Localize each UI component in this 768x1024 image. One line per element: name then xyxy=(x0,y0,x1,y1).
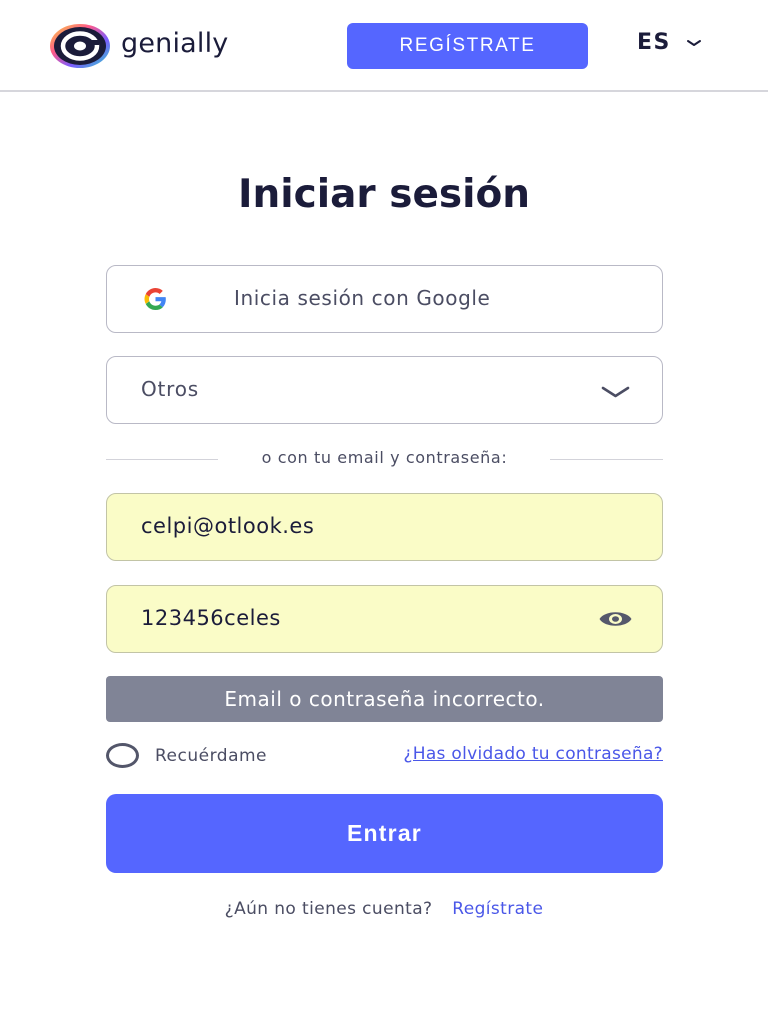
google-login-button[interactable]: Inicia sesión con Google xyxy=(106,265,663,333)
remember-me-label: Recuérdame xyxy=(155,745,268,766)
google-icon xyxy=(144,288,166,310)
divider-text: o con tu email y contraseña: xyxy=(261,448,508,467)
divider-line-right xyxy=(550,459,663,460)
select-value: Otros xyxy=(141,377,200,401)
divider: o con tu email y contraseña: xyxy=(106,448,663,472)
eye-icon[interactable] xyxy=(598,608,633,630)
error-message: Email o contraseña incorrecto. xyxy=(106,676,663,722)
radio-circle-icon[interactable] xyxy=(106,743,139,768)
language-selector[interactable]: ES xyxy=(637,30,702,55)
register-button[interactable]: REGÍSTRATE xyxy=(347,23,588,69)
genially-logo-icon xyxy=(50,24,110,68)
chevron-down-icon xyxy=(601,386,630,398)
password-field[interactable]: 123456celes xyxy=(106,585,663,653)
remember-me-toggle[interactable]: Recuérdame xyxy=(106,743,267,768)
email-field[interactable]: celpi@otlook.es xyxy=(106,493,663,561)
email-value: celpi@otlook.es xyxy=(141,514,315,538)
signup-prompt: ¿Aún no tienes cuenta? Regístrate xyxy=(0,899,768,919)
genially-logo[interactable]: genially xyxy=(49,23,229,69)
forgot-password-link[interactable]: ¿Has olvidado tu contraseña? xyxy=(349,744,663,764)
other-providers-select[interactable]: Otros xyxy=(106,356,663,424)
language-label: ES xyxy=(637,30,671,55)
password-value: 123456celes xyxy=(141,606,281,630)
login-submit-button[interactable]: Entrar xyxy=(106,794,663,873)
no-account-text: ¿Aún no tienes cuenta? xyxy=(224,899,433,919)
google-login-label: Inicia sesión con Google xyxy=(234,286,491,310)
signup-link[interactable]: Regístrate xyxy=(452,899,543,919)
top-header: genially REGÍSTRATE ES xyxy=(0,0,768,92)
page-title: Iniciar sesión xyxy=(237,172,531,217)
chevron-down-icon xyxy=(686,39,701,46)
brand-name: genially xyxy=(121,27,229,59)
